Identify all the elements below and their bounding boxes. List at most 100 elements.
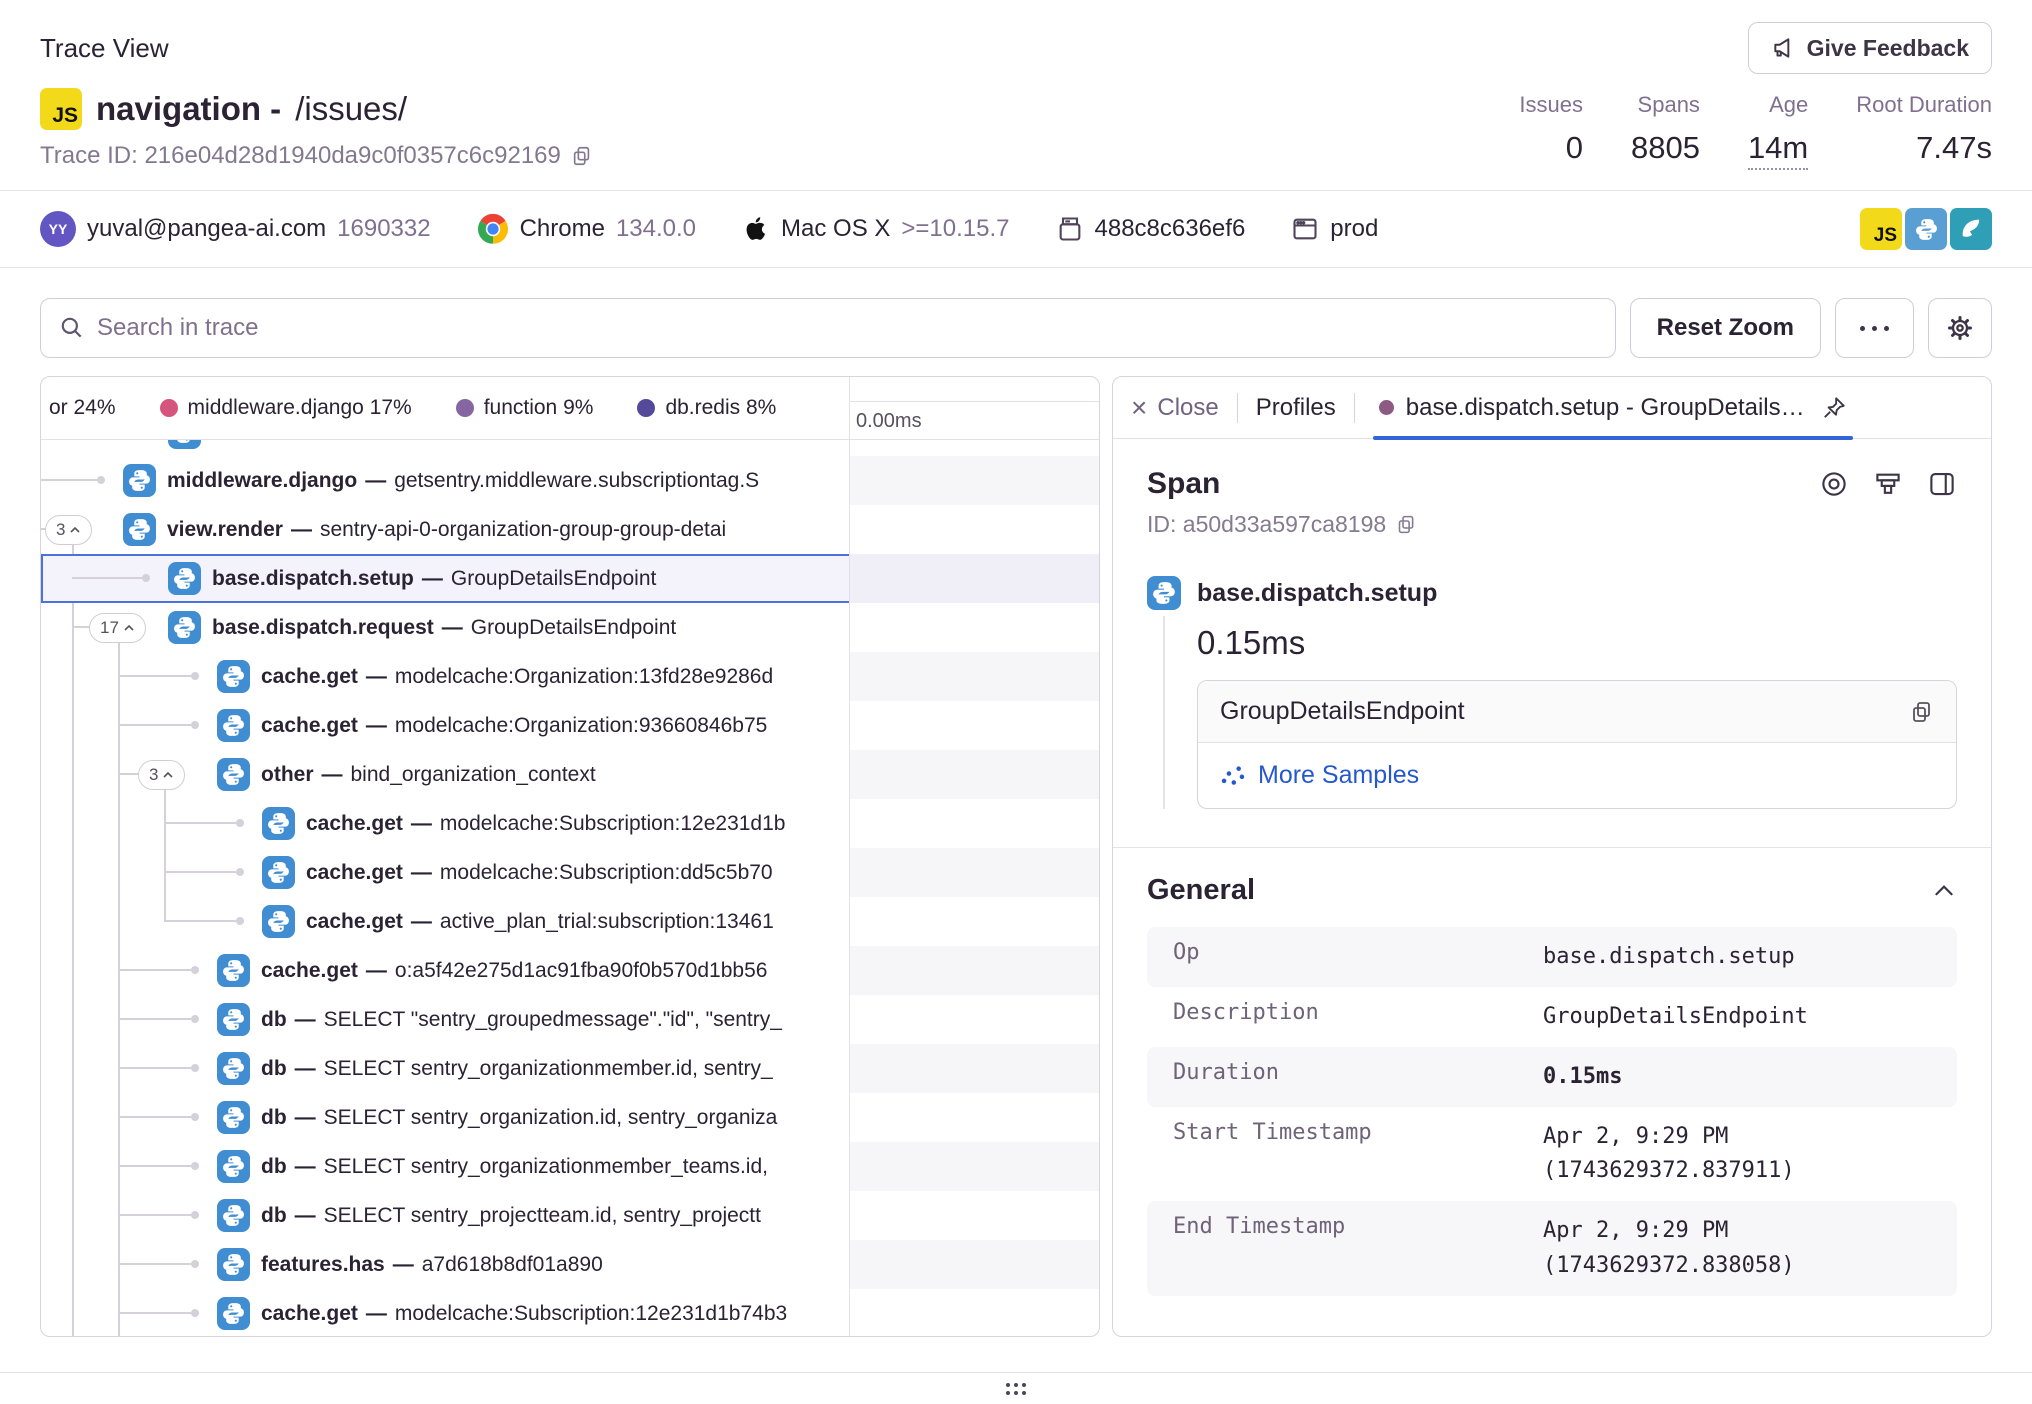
waterfall-cell[interactable] (849, 1142, 1099, 1191)
waterfall-cell[interactable] (849, 652, 1099, 701)
waterfall-cell[interactable] (849, 1240, 1099, 1289)
trace-row[interactable]: 3 view.render—sentry-api-0-organization-… (41, 505, 1099, 554)
trace-row[interactable]: cache.get—o:a5f42e275d1ac91fba90f0b570d1… (41, 946, 1099, 995)
trace-row[interactable]: 17 base.dispatch.request—GroupDetailsEnd… (41, 603, 1099, 652)
trace-row[interactable]: cache.get—modelcache:Subscription:12e231… (41, 1289, 1099, 1337)
legend-dot (456, 399, 474, 417)
samples-scatter-icon (1220, 763, 1246, 789)
flamegraph-icon[interactable] (1873, 469, 1903, 499)
general-kv-table: Opbase.dispatch.setupDescriptionGroupDet… (1147, 927, 1957, 1296)
waterfall-cell[interactable] (849, 1191, 1099, 1240)
settings-button[interactable] (1928, 298, 1992, 358)
span-op-dot (1379, 400, 1394, 415)
ellipsis-icon (1860, 326, 1889, 331)
tree-guide-line (72, 545, 74, 1337)
trace-row[interactable]: base.dispatch.setup—GroupDetailsEndpoint (41, 554, 1099, 603)
trace-row[interactable]: db—SELECT sentry_projectteam.id, sentry_… (41, 1191, 1099, 1240)
legend-item[interactable]: function 9% (456, 396, 594, 420)
search-input[interactable] (97, 314, 1597, 342)
span-row-label: cache.get—modelcache:Subscription:dd5c5b… (306, 848, 849, 897)
python-icon (217, 1052, 250, 1085)
trace-row[interactable]: cache.get—modelcache:Organization:936608… (41, 701, 1099, 750)
trace-row[interactable]: db—SELECT "sentry_groupedmessage"."id", … (41, 995, 1099, 1044)
python-icon (123, 464, 156, 497)
waterfall-cell[interactable] (849, 1044, 1099, 1093)
span-row-label: cache.get—modelcache:Organization:936608… (261, 701, 849, 750)
legend-item[interactable]: db.redis 8% (637, 396, 776, 420)
stat-spans: Spans8805 (1631, 92, 1700, 170)
waterfall-cell[interactable] (849, 1093, 1099, 1142)
trace-row[interactable]: db—SELECT sentry_organization.id, sentry… (41, 1093, 1099, 1142)
trace-stats: Issues0Spans8805Age14mRoot Duration7.47s (1519, 88, 1992, 170)
span-row-label: cache.get—o:a5f42e275d1ac91fba90f0b570d1… (261, 946, 849, 995)
span-row-label: other—bind_organization_context (261, 750, 849, 799)
span-row-label: cache.get—modelcache:Subscription:12e231… (306, 799, 849, 848)
legend-item[interactable]: middleware.django 17% (160, 396, 412, 420)
give-feedback-button[interactable]: Give Feedback (1748, 22, 1992, 74)
python-icon (1147, 576, 1181, 610)
trace-row[interactable]: db—SELECT sentry_organizationmember_team… (41, 1142, 1099, 1191)
search-bar[interactable] (40, 298, 1616, 358)
resize-footer-bar[interactable] (0, 1372, 2032, 1404)
javascript-icon: JS (1860, 208, 1902, 250)
trace-row[interactable]: cache.get—active_plan_trial:subscription… (41, 897, 1099, 946)
waterfall-cell[interactable] (849, 456, 1099, 505)
focus-span-icon[interactable] (1819, 469, 1849, 499)
reset-zoom-button[interactable]: Reset Zoom (1630, 298, 1821, 358)
user-meta[interactable]: YY yuval@pangea-ai.com 1690332 (40, 211, 431, 247)
trace-title-path: /issues/ (295, 90, 407, 128)
waterfall-cell[interactable] (849, 505, 1099, 554)
trace-waterfall-panel: or 24% middleware.django 17% function 9% db… (40, 376, 1100, 1337)
span-row-label: cache.get—active_plan_trial:subscription… (306, 897, 849, 946)
trace-row[interactable]: cache.get—modelcache:Subscription:dd5c5b… (41, 848, 1099, 897)
stat-issues: Issues0 (1519, 92, 1583, 170)
span-row-label: db—SELECT sentry_projectteam.id, sentry_… (261, 1191, 849, 1240)
trace-row[interactable]: features.has—a7d618b8df01a890 (41, 1240, 1099, 1289)
trace-row[interactable]: cache.get—modelcache:Subscription:12e231… (41, 799, 1099, 848)
waterfall-cell[interactable] (849, 799, 1099, 848)
more-samples-link[interactable]: More Samples (1258, 761, 1419, 790)
waterfall-cell[interactable] (849, 897, 1099, 946)
span-op-name: base.dispatch.setup (1197, 579, 1437, 608)
more-options-button[interactable] (1835, 298, 1914, 358)
trace-row[interactable]: cache.get—modelcache:Organization:13fd28… (41, 652, 1099, 701)
tab-profiles[interactable]: Profiles (1256, 394, 1336, 422)
span-row-label: db—SELECT sentry_organizationmember_team… (261, 1142, 849, 1191)
waterfall-cell[interactable] (849, 848, 1099, 897)
python-icon (217, 709, 250, 742)
expand-chip[interactable]: 17 (89, 613, 146, 643)
split-view-icon[interactable] (1927, 469, 1957, 499)
window-icon (1291, 215, 1319, 243)
waterfall-cell[interactable] (849, 750, 1099, 799)
waterfall-cell[interactable] (849, 603, 1099, 652)
span-row-label: base.dispatch.setup—GroupDetailsEndpoint (212, 554, 849, 603)
trace-row[interactable]: 3 other—bind_organization_context (41, 750, 1099, 799)
pin-tab-button[interactable] (1821, 395, 1847, 421)
waterfall-cell[interactable] (849, 946, 1099, 995)
avatar: YY (40, 211, 76, 247)
waterfall-cell[interactable] (849, 995, 1099, 1044)
tab-span-details[interactable]: base.dispatch.setup - GroupDetails… (1373, 377, 1853, 439)
waterfall-cell[interactable] (849, 554, 1099, 603)
apple-icon (742, 215, 770, 243)
expand-chip[interactable]: 3 (45, 515, 92, 545)
trace-row[interactable]: middleware.django—getsentry.middleware.s… (41, 456, 1099, 505)
span-description-value: GroupDetailsEndpoint (1220, 697, 1465, 726)
copy-icon[interactable] (571, 145, 593, 167)
chevron-up-icon[interactable] (1931, 878, 1957, 904)
python-icon (217, 1248, 250, 1281)
waterfall-cell[interactable] (849, 701, 1099, 750)
span-row-label: db—SELECT "sentry_groupedmessage"."id", … (261, 995, 849, 1044)
copy-icon[interactable] (1396, 514, 1417, 535)
expand-chip[interactable]: 3 (138, 760, 185, 790)
divider (1113, 847, 1991, 848)
waterfall-cell[interactable] (849, 1289, 1099, 1337)
trace-row[interactable]: db—SELECT sentry_organizationmember.id, … (41, 1044, 1099, 1093)
legend-item[interactable]: or 24% (49, 396, 116, 420)
trace-row[interactable] (41, 440, 1099, 456)
drawer-close-button[interactable]: × Close (1131, 392, 1219, 424)
python-icon (217, 1150, 250, 1183)
span-detail-drawer: × Close Profiles base.dispatch.setup - G… (1112, 376, 1992, 1337)
browser-meta: Chrome 134.0.0 (477, 213, 696, 245)
copy-icon[interactable] (1910, 700, 1934, 724)
